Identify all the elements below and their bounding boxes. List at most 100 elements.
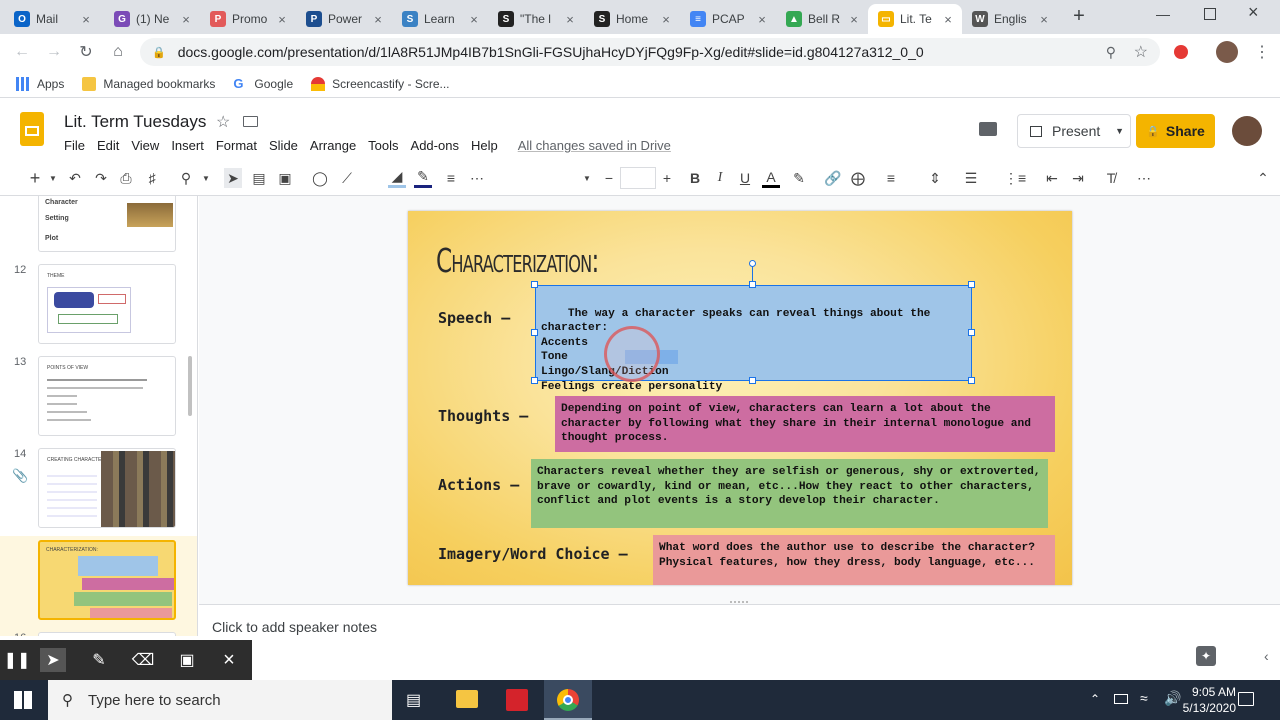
browser-tab[interactable]: G (1) Ne × (104, 4, 200, 34)
chrome-taskbar-icon[interactable] (544, 680, 592, 720)
tab-close-icon[interactable]: × (78, 12, 94, 27)
slide-title[interactable]: Characterization: (436, 241, 599, 280)
task-view-icon[interactable]: ▤ (406, 690, 426, 710)
webcam-icon[interactable]: ▣ (174, 648, 200, 672)
undo-icon[interactable]: ↶ (66, 168, 84, 188)
document-title[interactable]: Lit. Term Tuesdays (64, 112, 206, 132)
tab-close-icon[interactable]: × (466, 12, 482, 27)
restore-button[interactable] (1204, 8, 1216, 20)
browser-tab[interactable]: P Power × (296, 4, 392, 34)
close-icon[interactable]: × (216, 648, 242, 672)
border-weight-icon[interactable]: ≡ (442, 168, 460, 188)
browser-tab[interactable]: P Promo × (200, 4, 296, 34)
menu-addons[interactable]: Add-ons (411, 138, 459, 153)
line-icon[interactable]: ⟋ (338, 168, 356, 188)
select-cursor-icon[interactable]: ➤ (224, 168, 242, 188)
notifications-icon[interactable] (1238, 692, 1254, 706)
move-folder-icon[interactable] (243, 116, 258, 127)
browser-tab[interactable]: W Englis × (962, 4, 1058, 34)
numbered-list-icon[interactable]: ☰ (962, 168, 980, 188)
pen-icon[interactable]: ✎ (86, 648, 112, 672)
menu-format[interactable]: Format (216, 138, 257, 153)
actions-text-box[interactable]: Characters reveal whether they are selfi… (531, 459, 1048, 528)
close-window-button[interactable]: × (1248, 2, 1268, 22)
browser-tab[interactable]: S "The l × (488, 4, 584, 34)
text-color-icon[interactable]: A (762, 168, 780, 188)
address-bar[interactable]: 🔒 docs.google.com/presentation/d/1lA8R51… (140, 38, 1160, 66)
menu-view[interactable]: View (131, 138, 159, 153)
bookmark-apps[interactable]: Apps (16, 76, 64, 91)
forward-button[interactable]: → (42, 40, 66, 64)
redo-icon[interactable]: ↷ (92, 168, 110, 188)
image-icon[interactable]: ▣ (276, 168, 294, 188)
new-slide-dropdown-icon[interactable]: ▼ (44, 168, 62, 188)
increase-indent-icon[interactable]: ⇥ (1069, 168, 1087, 188)
side-panel-toggle-icon[interactable]: ‹ (1264, 648, 1269, 664)
screencastify-extension-icon[interactable] (1174, 45, 1188, 59)
speaker-notes[interactable]: Click to add speaker notes (199, 604, 1280, 636)
collapse-icon[interactable]: ⌃ (1254, 168, 1272, 188)
bookmark-screencastify[interactable]: Screencastify - Scre... (311, 76, 450, 91)
menu-insert[interactable]: Insert (171, 138, 204, 153)
row-label-speech[interactable]: Speech – (438, 309, 510, 327)
text-box-icon[interactable]: ▤ (250, 168, 268, 188)
save-status[interactable]: All changes saved in Drive (518, 138, 671, 153)
tab-close-icon[interactable]: × (562, 12, 578, 27)
zoom-dropdown-icon[interactable]: ▼ (197, 168, 215, 188)
resize-handle-bm[interactable] (749, 377, 756, 384)
filmstrip-scrollbar[interactable] (188, 356, 192, 416)
font-dropdown-icon[interactable]: ▼ (578, 168, 596, 188)
slide-thumbnail-12[interactable]: THEME (38, 264, 176, 344)
star-icon[interactable]: ☆ (216, 112, 230, 132)
thoughts-text-box[interactable]: Depending on point of view, characters c… (555, 396, 1055, 452)
bookmark-star-icon[interactable]: ☆ (1134, 42, 1148, 62)
row-label-imagery[interactable]: Imagery/Word Choice – (438, 545, 628, 563)
user-avatar[interactable] (1232, 116, 1262, 146)
underline-icon[interactable]: U (736, 168, 754, 188)
font-size-input[interactable] (620, 167, 656, 189)
row-label-actions[interactable]: Actions – (438, 476, 519, 494)
wifi-icon[interactable]: ≈ (1140, 690, 1148, 706)
slide-thumbnail-11[interactable]: Character Setting Plot (38, 196, 176, 252)
border-color-icon[interactable]: ✎ (414, 168, 432, 188)
row-label-thoughts[interactable]: Thoughts – (438, 407, 528, 425)
bookmark-google[interactable]: G Google (233, 76, 293, 91)
explore-button[interactable]: ✦ (1196, 646, 1216, 666)
profile-avatar[interactable] (1216, 41, 1238, 63)
new-tab-button[interactable]: + (1068, 6, 1090, 28)
more-icon[interactable]: ⋯ (1135, 168, 1153, 188)
share-button[interactable]: 🔒 Share (1136, 114, 1215, 148)
resize-handle-ml[interactable] (531, 329, 538, 336)
tab-close-icon[interactable]: × (846, 12, 862, 27)
decrease-indent-icon[interactable]: ⇤ (1043, 168, 1061, 188)
highlight-icon[interactable]: ✎ (790, 168, 808, 188)
menu-edit[interactable]: Edit (97, 138, 119, 153)
italic-icon[interactable]: I (711, 168, 729, 188)
tab-close-icon[interactable]: × (370, 12, 386, 27)
resize-handle-tm[interactable] (749, 281, 756, 288)
comments-icon[interactable] (979, 122, 997, 136)
new-slide-icon[interactable]: + (26, 168, 44, 188)
browser-tab[interactable]: ≡ PCAP × (680, 4, 776, 34)
clear-formatting-icon[interactable]: T̸ (1102, 168, 1120, 188)
speech-text-box[interactable]: The way a character speaks can reveal th… (535, 285, 972, 393)
slide-thumbnail-16[interactable] (38, 632, 176, 636)
home-button[interactable]: ⌂ (106, 40, 130, 64)
pause-icon[interactable]: ❚❚ (4, 648, 31, 672)
browser-tab[interactable]: S Home × (584, 4, 680, 34)
menu-help[interactable]: Help (471, 138, 498, 153)
imagery-text-box[interactable]: What word does the author use to describ… (653, 535, 1055, 585)
menu-arrange[interactable]: Arrange (310, 138, 356, 153)
rotate-handle[interactable] (749, 260, 756, 267)
browser-tab[interactable]: ▲ Bell R × (776, 4, 868, 34)
present-dropdown-icon[interactable]: ▼ (1115, 126, 1124, 136)
tab-close-icon[interactable]: × (940, 12, 956, 27)
menu-file[interactable]: File (64, 138, 85, 153)
bold-icon[interactable]: B (686, 168, 704, 188)
back-button[interactable]: ← (10, 40, 34, 64)
resize-handle-tr[interactable] (968, 281, 975, 288)
browser-tab[interactable]: S Learn × (392, 4, 488, 34)
acrobat-icon[interactable] (506, 689, 528, 711)
tab-close-icon[interactable]: × (178, 12, 194, 27)
browser-menu-icon[interactable]: ⋮ (1254, 42, 1270, 62)
